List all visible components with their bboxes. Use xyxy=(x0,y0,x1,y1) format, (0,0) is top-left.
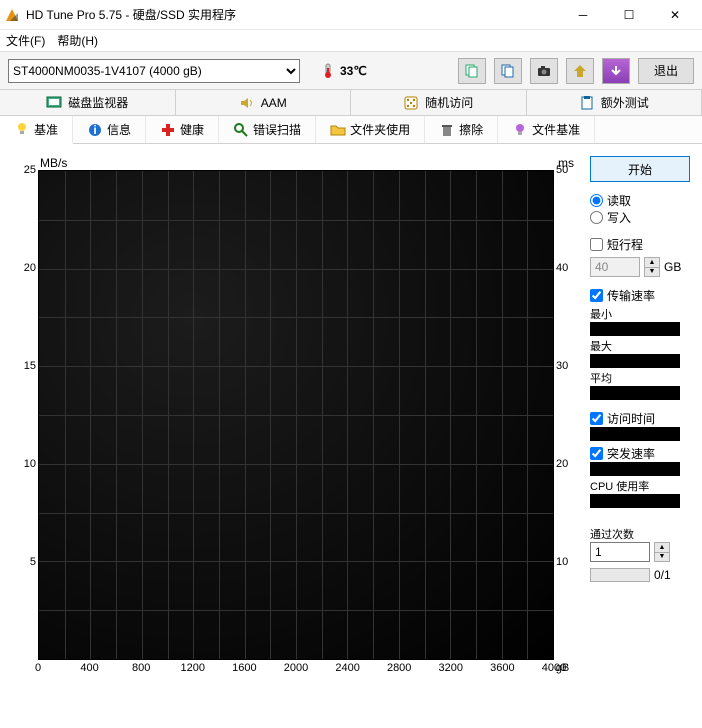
drive-select[interactable]: ST4000NM0035-1V4107 (4000 gB) xyxy=(8,59,300,83)
start-button[interactable]: 开始 xyxy=(590,156,690,182)
tab-benchmark[interactable]: 基准 xyxy=(0,116,73,144)
temperature-value: 33℃ xyxy=(340,64,367,78)
tab-row-secondary: 磁盘监视器 AAM 随机访问 额外测试 xyxy=(0,90,702,116)
y-axis-left-label: MB/s xyxy=(40,156,67,170)
tab-error-scan[interactable]: 错误扫描 xyxy=(219,116,316,143)
toolbar: ST4000NM0035-1V4107 (4000 gB) 33℃ 退出 xyxy=(0,52,702,90)
side-panel: 开始 读取 写入 短行程 ▲▼ GB 传输速率 最小 最大 平均 访问时间 突发… xyxy=(590,156,690,678)
monitor-icon xyxy=(46,95,62,111)
tab-aam[interactable]: AAM xyxy=(176,90,352,115)
tab-disk-monitor[interactable]: 磁盘监视器 xyxy=(0,90,176,115)
speaker-icon xyxy=(239,95,255,111)
passes-spinner[interactable]: ▲▼ xyxy=(654,542,670,562)
chart-plot xyxy=(38,170,554,660)
tab-info[interactable]: i信息 xyxy=(73,116,146,143)
exit-button[interactable]: 退出 xyxy=(638,58,694,84)
tab-random-access[interactable]: 随机访问 xyxy=(351,90,527,115)
y-axis-left: 510152025 xyxy=(10,170,38,660)
folder-icon xyxy=(330,122,346,138)
trash-icon xyxy=(439,122,455,138)
copy-info-button[interactable] xyxy=(458,58,486,84)
progress-bar xyxy=(590,568,650,582)
tab-folder-usage[interactable]: 文件夹使用 xyxy=(316,116,425,143)
tab-file-benchmark[interactable]: 文件基准 xyxy=(498,116,595,143)
thermometer-icon xyxy=(320,63,336,79)
value-max xyxy=(590,354,680,368)
short-stroke-spinner: ▲▼ xyxy=(644,257,660,277)
screenshot-button[interactable] xyxy=(530,58,558,84)
tab-erase[interactable]: 擦除 xyxy=(425,116,498,143)
dice-icon xyxy=(403,95,419,111)
bulb-purple-icon xyxy=(512,122,528,138)
magnifier-icon xyxy=(233,122,249,138)
tab-extra-tests[interactable]: 额外测试 xyxy=(527,90,702,115)
value-cpu xyxy=(590,494,680,508)
window-title: HD Tune Pro 5.75 - 硬盘/SSD 实用程序 xyxy=(26,6,560,23)
menubar: 文件(F) 帮助(H) xyxy=(0,30,702,52)
check-short-stroke[interactable]: 短行程 xyxy=(590,236,690,253)
titlebar: HD Tune Pro 5.75 - 硬盘/SSD 实用程序 ─ ☐ ✕ xyxy=(0,0,702,30)
minimize-button[interactable]: ─ xyxy=(560,0,606,30)
value-burst-rate xyxy=(590,462,680,476)
label-cpu: CPU 使用率 xyxy=(590,478,690,494)
tab-health[interactable]: 健康 xyxy=(146,116,219,143)
label-avg: 平均 xyxy=(590,370,690,386)
temperature-display: 33℃ xyxy=(320,63,367,79)
progress-text: 0/1 xyxy=(654,568,671,582)
chart-area: MB/s ms 510152025 1020304050 gB 04008001… xyxy=(10,156,578,678)
value-avg xyxy=(590,386,680,400)
options-button[interactable] xyxy=(602,58,630,84)
app-logo-icon xyxy=(4,7,20,23)
check-access-time[interactable]: 访问时间 xyxy=(590,410,690,427)
label-min: 最小 xyxy=(590,306,690,322)
copy-screenshot-button[interactable] xyxy=(494,58,522,84)
radio-read[interactable]: 读取 xyxy=(590,192,690,209)
info-icon: i xyxy=(87,122,103,138)
label-max: 最大 xyxy=(590,338,690,354)
radio-write[interactable]: 写入 xyxy=(590,209,690,226)
save-button[interactable] xyxy=(566,58,594,84)
bulb-icon xyxy=(14,121,30,137)
x-axis: gB 0400800120016002000240028003200360040… xyxy=(38,660,554,678)
tab-row-primary: 基准 i信息 健康 错误扫描 文件夹使用 擦除 文件基准 xyxy=(0,116,702,144)
close-button[interactable]: ✕ xyxy=(652,0,698,30)
value-min xyxy=(590,322,680,336)
short-stroke-input xyxy=(590,257,640,277)
label-passes: 通过次数 xyxy=(590,526,690,542)
check-transfer-rate[interactable]: 传输速率 xyxy=(590,287,690,304)
passes-input[interactable] xyxy=(590,542,650,562)
menu-help[interactable]: 帮助(H) xyxy=(57,32,98,49)
check-burst-rate[interactable]: 突发速率 xyxy=(590,445,690,462)
clipboard-icon xyxy=(579,95,595,111)
value-access-time xyxy=(590,427,680,441)
health-icon xyxy=(160,122,176,138)
y-axis-right: 1020304050 xyxy=(554,170,578,660)
svg-text:i: i xyxy=(93,123,96,137)
gb-label: GB xyxy=(664,260,681,274)
maximize-button[interactable]: ☐ xyxy=(606,0,652,30)
menu-file[interactable]: 文件(F) xyxy=(6,32,45,49)
